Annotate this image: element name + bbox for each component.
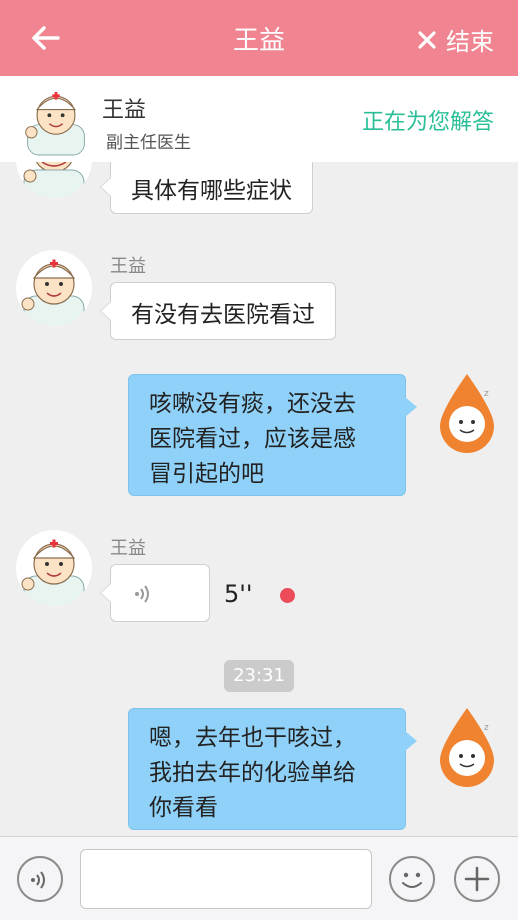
message-bubble-user: 嗯，去年也干咳过， 我拍去年的化验单给 你看看 xyxy=(128,708,417,830)
chat-area[interactable]: 具体有哪些症状 王益 有没有去医院看过 咳嗽没有痰，还没去 医院看过，应该是感 … xyxy=(0,162,518,836)
voice-input-button[interactable] xyxy=(17,856,63,902)
more-button[interactable] xyxy=(454,856,500,902)
user-avatar[interactable]: z xyxy=(432,372,502,454)
doctor-avatar-image xyxy=(23,162,85,198)
svg-text:z: z xyxy=(484,723,489,733)
doctor-rank: 副主任医生 xyxy=(106,133,191,153)
doctor-name: 王益 xyxy=(102,98,147,123)
voice-wave-icon xyxy=(135,585,149,603)
message-bubble-doctor: 有没有去医院看过 xyxy=(100,282,336,340)
sender-name: 王益 xyxy=(110,538,146,559)
emoji-icon xyxy=(402,872,422,888)
doctor-avatar-image xyxy=(21,259,85,326)
input-toolbar xyxy=(0,836,518,920)
doctor-avatar[interactable] xyxy=(16,250,92,326)
doctor-avatar[interactable] xyxy=(16,162,92,198)
message-input[interactable] xyxy=(80,849,372,909)
message-line: 我拍去年的化验单给 xyxy=(149,760,356,786)
voice-wave-icon xyxy=(31,871,45,889)
doctor-avatar[interactable] xyxy=(20,82,92,156)
navigation-bar: 王益 结束 xyxy=(0,0,518,76)
doctor-avatar[interactable] xyxy=(16,530,92,606)
message-line: 冒引起的吧 xyxy=(149,461,264,487)
message-bubble-doctor: 具体有哪些症状 xyxy=(100,162,313,214)
end-consultation-button[interactable]: 结束 xyxy=(418,22,494,57)
sender-name: 王益 xyxy=(110,256,146,277)
voice-message-bubble[interactable] xyxy=(100,564,210,622)
message-line: 你看看 xyxy=(149,795,218,821)
message-line: 医院看过，应该是感 xyxy=(149,426,356,452)
voice-duration: 5'' xyxy=(224,580,253,608)
timestamp: 23:31 xyxy=(224,660,294,692)
end-label: 结束 xyxy=(446,28,494,56)
close-icon xyxy=(418,30,436,49)
emoji-button[interactable] xyxy=(389,856,435,902)
svg-text:z: z xyxy=(484,389,489,399)
message-bubble-user: 咳嗽没有痰，还没去 医院看过，应该是感 冒引起的吧 xyxy=(128,374,417,496)
message-line: 咳嗽没有痰，还没去 xyxy=(149,391,356,417)
unread-dot xyxy=(280,588,295,603)
user-avatar[interactable]: z xyxy=(432,706,502,788)
consultation-status: 正在为您解答 xyxy=(361,110,494,135)
doctor-avatar-image xyxy=(21,539,85,606)
message-line: 嗯，去年也干咳过， xyxy=(149,725,356,751)
doctor-info-bar: 王益 副主任医生 正在为您解答 xyxy=(0,76,518,162)
plus-icon xyxy=(464,866,490,892)
